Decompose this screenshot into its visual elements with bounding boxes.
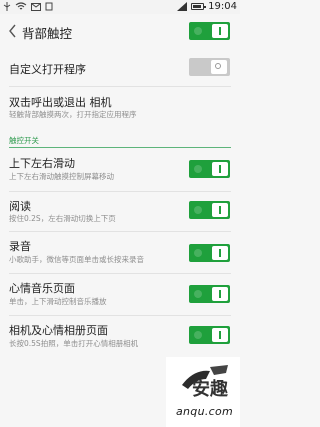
- custom-open-app-row[interactable]: 自定义打开程序: [0, 52, 240, 86]
- custom-open-app-title: 自定义打开程序: [9, 63, 86, 76]
- notification-icon: [45, 2, 53, 11]
- item-swipe[interactable]: 上下左右滑动 上下左右滑动触摸控制屏幕移动: [0, 150, 240, 190]
- battery-icon: [191, 3, 207, 10]
- item-subtitle: 上下左右滑动触摸控制屏幕移动: [9, 172, 114, 181]
- item-toggle[interactable]: [189, 244, 230, 262]
- status-right: 19:04: [177, 1, 237, 12]
- item-subtitle: 长按0.5S拍照，单击打开心情相册相机: [9, 339, 139, 348]
- anqu-logo: 安趣: [182, 365, 229, 400]
- page-title: 背部触控: [22, 26, 73, 41]
- message-icon: [31, 2, 41, 11]
- watermark: 安趣 anqu.com: [166, 357, 240, 427]
- header: 背部触控: [0, 14, 240, 48]
- logo-glyph-1: 安趣: [192, 378, 229, 400]
- toggle-knob: [212, 287, 228, 301]
- master-toggle[interactable]: [189, 22, 230, 40]
- item-toggle[interactable]: [189, 160, 230, 178]
- divider: [9, 315, 231, 316]
- toggle-knob: [212, 246, 228, 260]
- double-tap-camera-title: 双击呼出或退出 相机: [9, 96, 112, 109]
- item-mood-music[interactable]: 心情音乐页面 单击，上下滑动控制音乐播放: [0, 275, 240, 315]
- back-icon[interactable]: [8, 23, 17, 39]
- item-recording[interactable]: 录音 小歌助手，微信等页面单击或长按来录音: [0, 233, 240, 273]
- custom-open-app-toggle[interactable]: [189, 58, 230, 76]
- section-divider: [9, 147, 231, 148]
- item-toggle[interactable]: [189, 201, 230, 219]
- toggle-knob: [212, 203, 228, 217]
- item-title: 阅读: [9, 200, 31, 213]
- item-camera-album[interactable]: 相机及心情相册页面 长按0.5S拍照，单击打开心情相册相机: [0, 317, 240, 357]
- item-reading[interactable]: 阅读 按住0.2S，左右滑动切换上下页: [0, 193, 240, 231]
- item-title: 相机及心情相册页面: [9, 324, 108, 337]
- watermark-text: anqu.com: [176, 405, 234, 418]
- divider: [9, 231, 231, 232]
- divider: [9, 86, 231, 87]
- toggle-knob: [211, 60, 227, 74]
- item-title: 录音: [9, 240, 31, 253]
- double-tap-camera-subtitle: 轻触背部触摸两次，打开指定应用程序: [9, 110, 137, 119]
- item-toggle[interactable]: [189, 326, 230, 344]
- usb-icon: [3, 2, 11, 11]
- signal-icon: [177, 2, 188, 11]
- divider: [9, 273, 231, 274]
- divider: [9, 191, 231, 192]
- double-tap-camera-row[interactable]: 双击呼出或退出 相机 轻触背部触摸两次，打开指定应用程序: [0, 88, 240, 122]
- item-subtitle: 按住0.2S，左右滑动切换上下页: [9, 214, 116, 223]
- toggle-knob: [212, 328, 228, 342]
- item-subtitle: 单击，上下滑动控制音乐播放: [9, 297, 107, 306]
- item-title: 心情音乐页面: [9, 282, 75, 295]
- wifi-icon: [15, 2, 27, 10]
- item-title: 上下左右滑动: [9, 157, 75, 170]
- toggle-knob: [212, 24, 228, 38]
- clock: 19:04: [208, 1, 237, 12]
- status-icons: [3, 2, 53, 11]
- toggle-knob: [212, 162, 228, 176]
- section-label: 触控开关: [9, 136, 39, 145]
- item-toggle[interactable]: [189, 285, 230, 303]
- status-bar: 19:04: [0, 0, 240, 14]
- item-subtitle: 小歌助手，微信等页面单击或长按来录音: [9, 255, 144, 264]
